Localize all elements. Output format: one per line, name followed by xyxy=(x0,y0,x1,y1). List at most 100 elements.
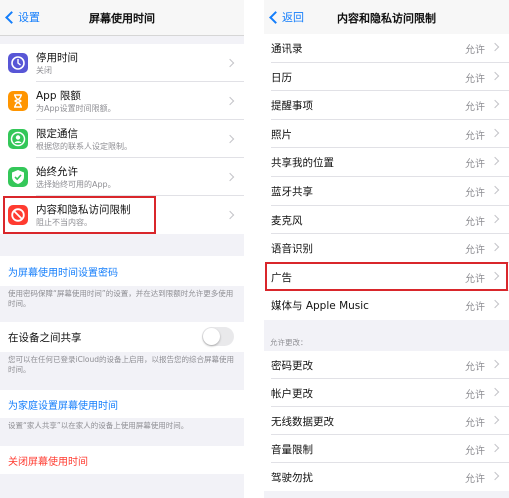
list-item-label: 麦克风 xyxy=(271,214,303,227)
list-item[interactable]: 音量限制 允许 xyxy=(264,435,509,463)
turn-off-button[interactable]: 关闭屏幕使用时间 xyxy=(8,453,88,468)
row-title: 停用时间 xyxy=(36,52,78,64)
list-item[interactable]: 共享我的位置 允许 xyxy=(264,148,509,177)
list-item[interactable]: 密码更改 允许 xyxy=(264,351,509,379)
list-item-value: 允许 xyxy=(465,474,485,485)
section-header: 允许更改： xyxy=(270,338,308,347)
chevron-right-icon xyxy=(490,157,500,166)
share-description: 您可以在任何已登录iCloud的设备上启用，以报告您的综合屏幕使用时间。 xyxy=(8,355,235,374)
list-item-label: 提醒事项 xyxy=(271,100,313,113)
list-item-value: 允许 xyxy=(465,188,485,199)
row-subtitle: 选择始终可用的App。 xyxy=(36,180,116,189)
chevron-right-icon xyxy=(225,210,235,220)
list-item-value: 允许 xyxy=(465,73,485,85)
list-item-label: 照片 xyxy=(271,128,292,141)
row-title: 限定通信 xyxy=(36,128,78,140)
family-link[interactable]: 为家庭设置屏幕使用时间 xyxy=(8,397,118,412)
share-row: 在设备之间共享 xyxy=(0,322,244,352)
row-title: 始终允许 xyxy=(36,166,78,178)
list-item-label: 媒体与 Apple Music xyxy=(271,300,369,313)
list-item[interactable]: 提醒事项 允许 xyxy=(264,91,509,120)
chevron-right-icon xyxy=(490,415,500,425)
chevron-right-icon xyxy=(490,99,500,109)
list-item-value: 允许 xyxy=(465,216,485,228)
chevron-right-icon xyxy=(490,214,500,223)
list-item-value: 允许 xyxy=(465,390,485,401)
list-item-label: 驾驶勿扰 xyxy=(271,472,313,484)
passcode-row[interactable]: 为屏幕使用时间设置密码 xyxy=(0,256,244,286)
list-item[interactable]: 日历 允许 xyxy=(264,62,509,92)
page-title: 内容和隐私访问限制 xyxy=(337,12,436,25)
list-item-label: 共享我的位置 xyxy=(271,157,334,170)
contacts-icon xyxy=(8,129,28,149)
always-allowed-row[interactable]: 始终允许 选择始终可用的App。 xyxy=(0,158,244,196)
chevron-right-icon xyxy=(490,128,500,138)
list-item[interactable]: 蓝牙共享 允许 xyxy=(264,177,509,206)
chevron-right-icon xyxy=(490,300,500,309)
highlight-box xyxy=(265,262,508,291)
list-item-label: 语音识别 xyxy=(271,243,313,256)
hourglass-icon xyxy=(8,91,28,111)
chevron-right-icon xyxy=(225,96,235,106)
list-item-value: 允许 xyxy=(465,159,485,171)
list-item[interactable]: 语音识别 允许 xyxy=(264,234,509,263)
panel-gap xyxy=(244,0,264,498)
row-subtitle: 根据您的联系人设定限制。 xyxy=(36,142,132,151)
downtime-row[interactable]: 停用时间 关闭 xyxy=(0,44,244,82)
chevron-right-icon xyxy=(490,185,500,195)
list-item[interactable]: 媒体与 Apple Music 允许 xyxy=(264,291,509,320)
share-toggle[interactable] xyxy=(202,327,234,346)
list-item-label: 通讯录 xyxy=(271,43,303,55)
nav-bar: 返回 内容和隐私访问限制 xyxy=(264,0,509,36)
list-item-label: 音量限制 xyxy=(271,444,313,456)
list-item-value: 允许 xyxy=(465,418,485,429)
turn-off-row[interactable]: 关闭屏幕使用时间 xyxy=(0,446,244,474)
chevron-right-icon xyxy=(490,471,500,481)
row-subtitle: 关闭 xyxy=(36,66,52,75)
list-item-value: 允许 xyxy=(465,130,485,142)
list-item[interactable]: 帐户更改 允许 xyxy=(264,379,509,407)
list-item-label: 帐户更改 xyxy=(271,388,313,400)
passcode-link[interactable]: 为屏幕使用时间设置密码 xyxy=(8,264,118,279)
list-item-value: 允许 xyxy=(465,446,485,457)
list-item-label: 蓝牙共享 xyxy=(271,186,313,198)
content-privacy-panel: 返回 内容和隐私访问限制 通讯录 允许 日历 允许 提醒事项 允许 照片 允许 共享我的位置 允许… xyxy=(264,0,509,498)
toggle-knob xyxy=(203,328,220,345)
list-item-value: 允许 xyxy=(465,245,485,257)
page-title: 屏幕使用时间 xyxy=(89,12,155,25)
share-label: 在设备之间共享 xyxy=(8,332,82,344)
list-item-value: 允许 xyxy=(465,362,485,373)
passcode-description: 使用密码保障“屏幕使用时间”的设置，并在达到限额时允许更多使用时间。 xyxy=(8,289,234,308)
list-item-label: 日历 xyxy=(271,71,292,84)
communication-limits-row[interactable]: 限定通信 根据您的联系人设定限制。 xyxy=(0,120,244,158)
screen-time-panel: 设置 屏幕使用时间 停用时间 关闭 App 限额 为App设置时间限额。 限定通… xyxy=(0,0,244,498)
app-limits-row[interactable]: App 限额 为App设置时间限额。 xyxy=(0,82,244,120)
chevron-right-icon xyxy=(490,242,500,252)
row-subtitle: 为App设置时间限额。 xyxy=(36,104,116,113)
nav-bar: 设置 屏幕使用时间 xyxy=(0,0,244,36)
family-description: 设置“家人共享”以在家人的设备上使用屏幕使用时间。 xyxy=(8,421,189,430)
chevron-right-icon xyxy=(490,42,500,52)
list-item[interactable]: 麦克风 允许 xyxy=(264,205,509,235)
chevron-right-icon xyxy=(490,71,500,80)
checkmark-icon xyxy=(8,167,28,187)
chevron-right-icon xyxy=(225,172,235,182)
chevron-right-icon xyxy=(225,134,235,144)
list-item[interactable]: 无线数据更改 允许 xyxy=(264,407,509,435)
list-item-value: 允许 xyxy=(465,302,485,314)
row-title: App 限额 xyxy=(36,90,81,102)
list-item-value: 允许 xyxy=(465,45,485,56)
list-item[interactable]: 驾驶勿扰 允许 xyxy=(264,463,509,491)
highlight-box xyxy=(3,196,156,234)
list-item[interactable]: 通讯录 允许 xyxy=(264,34,509,63)
chevron-right-icon xyxy=(225,58,235,68)
list-item-label: 密码更改 xyxy=(271,360,313,372)
chevron-right-icon xyxy=(490,359,500,369)
chevron-right-icon xyxy=(490,443,500,453)
downtime-icon xyxy=(8,53,28,73)
list-item-value: 允许 xyxy=(465,102,485,114)
chevron-right-icon xyxy=(490,387,500,397)
list-item[interactable]: 照片 允许 xyxy=(264,119,509,149)
family-row[interactable]: 为家庭设置屏幕使用时间 xyxy=(0,390,244,418)
list-item-label: 无线数据更改 xyxy=(271,416,334,428)
